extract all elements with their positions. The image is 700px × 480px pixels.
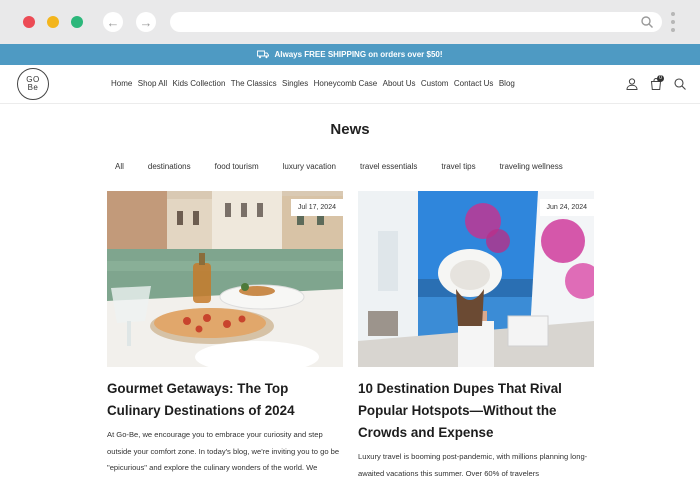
filter-travel-essentials[interactable]: travel essentials	[360, 162, 417, 171]
woman-sun-hat-photo	[358, 191, 594, 367]
back-button[interactable]: ←	[103, 12, 123, 32]
nav-item-home[interactable]: Home	[111, 79, 132, 88]
announcement-bar: Always FREE SHIPPING on orders over $50!	[0, 44, 700, 65]
logo-text-bottom: Be	[27, 83, 39, 92]
search-icon[interactable]	[673, 77, 687, 91]
browser-menu-button[interactable]	[671, 12, 675, 32]
arrow-right-icon: →	[139, 14, 153, 30]
browser-chrome: ← →	[0, 0, 700, 44]
close-window-button[interactable]	[23, 16, 35, 28]
cart-count-badge: 0	[657, 75, 664, 82]
main-nav: Home Shop All Kids Collection The Classi…	[111, 79, 520, 88]
filter-all[interactable]: All	[115, 162, 124, 171]
filter-traveling-wellness[interactable]: traveling wellness	[500, 162, 563, 171]
address-bar[interactable]	[170, 12, 662, 32]
article-title[interactable]: 10 Destination Dupes That Rival Popular …	[358, 378, 594, 444]
nav-item-singles[interactable]: Singles	[282, 79, 308, 88]
nav-item-kids-collection[interactable]: Kids Collection	[172, 79, 225, 88]
filter-destinations[interactable]: destinations	[148, 162, 191, 171]
gobe-logo[interactable]: GO Be	[17, 68, 49, 100]
nav-item-the-classics[interactable]: The Classics	[231, 79, 277, 88]
maximize-window-button[interactable]	[71, 16, 83, 28]
filter-food-tourism[interactable]: food tourism	[215, 162, 259, 171]
article-title[interactable]: Gourmet Getaways: The Top Culinary Desti…	[107, 378, 343, 422]
search-icon	[641, 16, 653, 28]
nav-item-honeycomb-case[interactable]: Honeycomb Case	[314, 79, 378, 88]
minimize-window-button[interactable]	[47, 16, 59, 28]
nav-item-contact-us[interactable]: Contact Us	[454, 79, 494, 88]
arrow-left-icon: ←	[106, 14, 120, 30]
nav-item-custom[interactable]: Custom	[421, 79, 449, 88]
truck-icon	[257, 50, 270, 59]
page-title: News	[330, 121, 370, 138]
nav-item-shop-all[interactable]: Shop All	[138, 79, 167, 88]
article-excerpt: At Go-Be, we encourage you to embrace yo…	[107, 430, 340, 480]
article-image-pizza[interactable]: Jul 17, 2024	[107, 191, 343, 367]
article-date: Jul 17, 2024	[290, 199, 343, 216]
forward-button[interactable]: →	[136, 12, 156, 32]
pizza-canal-photo	[107, 191, 343, 367]
filter-luxury-vacation[interactable]: luxury vacation	[283, 162, 336, 171]
article-image-woman[interactable]: Jun 24, 2024	[358, 191, 594, 367]
site-header: GO Be Home Shop All Kids Collection The …	[0, 65, 700, 104]
article-card[interactable]: Jul 17, 2024 Gourmet Getaways: The Top C…	[107, 191, 343, 480]
category-filters: All destinations food tourism luxury vac…	[115, 162, 587, 171]
nav-item-blog[interactable]: Blog	[499, 79, 515, 88]
article-excerpt: Luxury travel is booming post-pandemic, …	[358, 452, 588, 478]
article-date: Jun 24, 2024	[539, 199, 594, 216]
article-card[interactable]: Jun 24, 2024 10 Destination Dupes That R…	[358, 191, 594, 480]
filter-travel-tips[interactable]: travel tips	[441, 162, 475, 171]
nav-item-about-us[interactable]: About Us	[383, 79, 416, 88]
announcement-text: Always FREE SHIPPING on orders over $50!	[274, 50, 443, 59]
account-icon[interactable]	[625, 77, 639, 91]
